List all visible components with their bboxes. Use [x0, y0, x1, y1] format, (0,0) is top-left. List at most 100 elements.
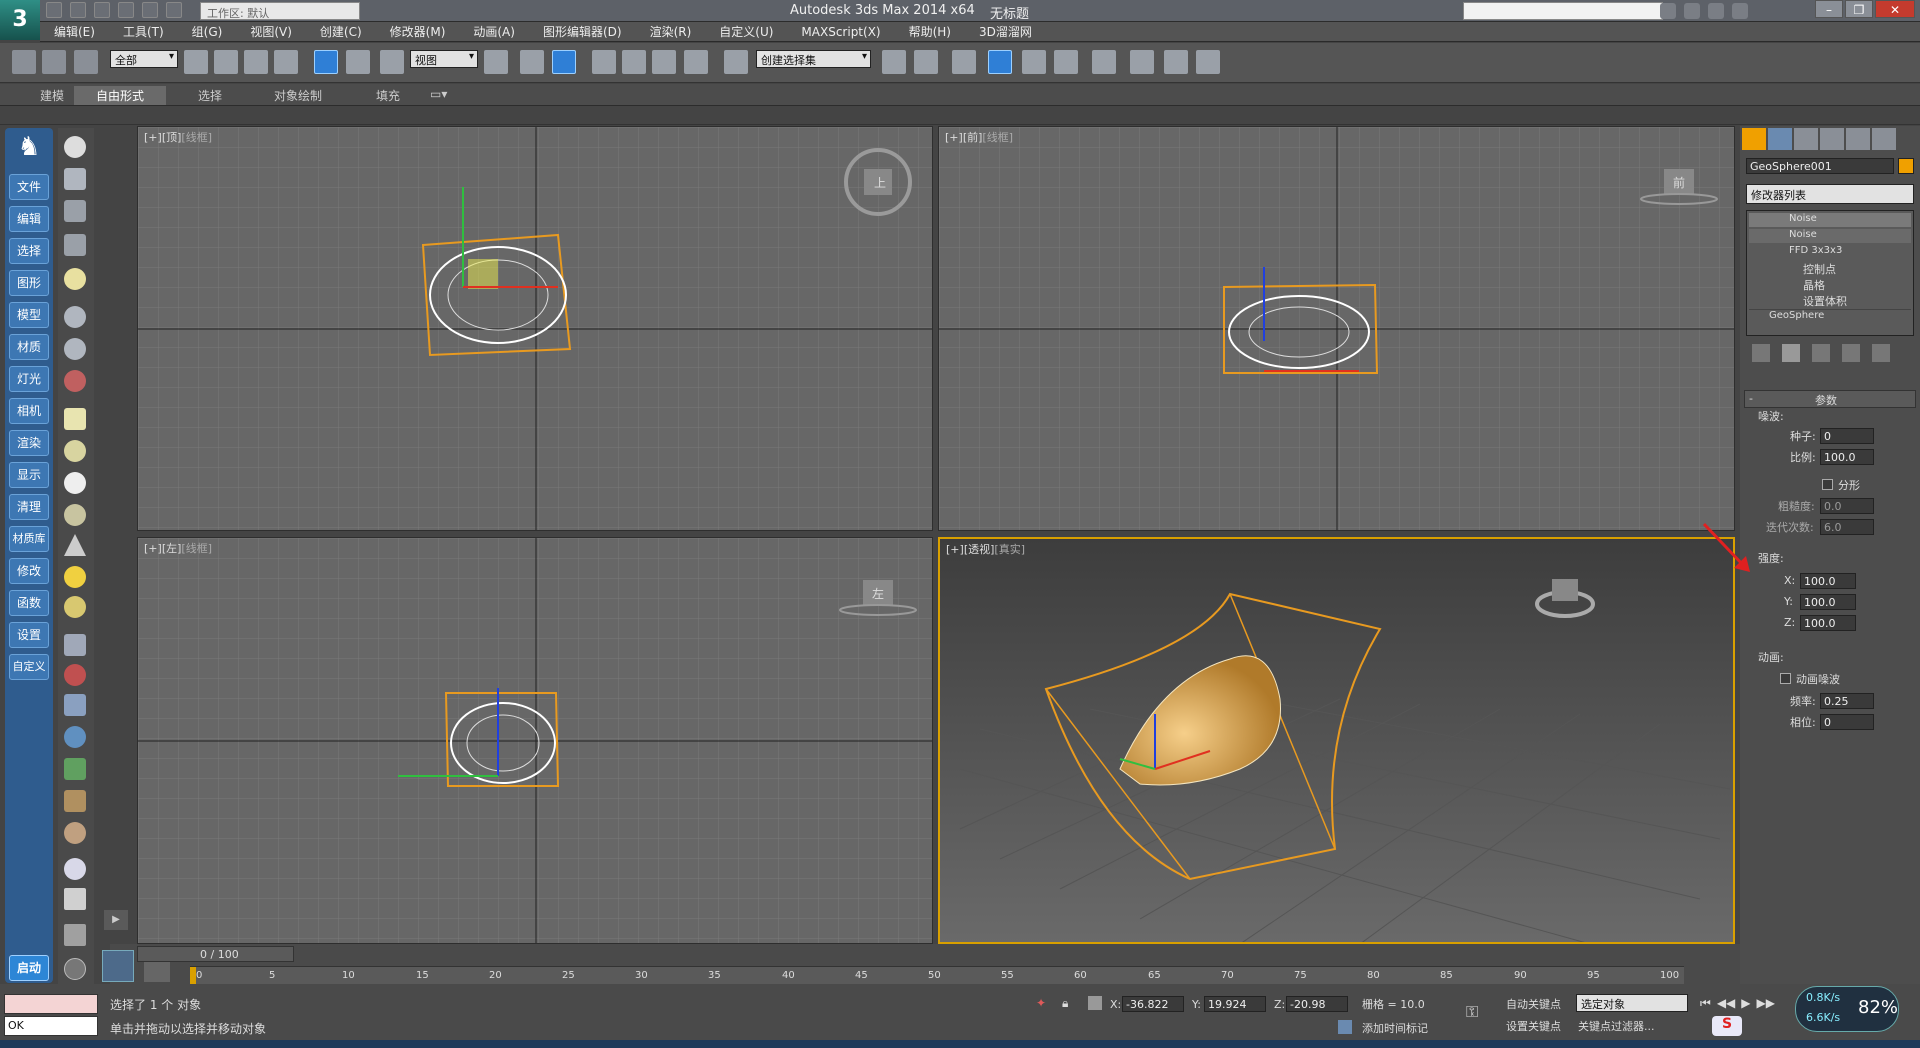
mini-curve-editor-icon[interactable]: [102, 950, 134, 982]
minimize-button[interactable]: –: [1815, 0, 1843, 18]
named-selection-dropdown[interactable]: 创建选择集: [756, 50, 871, 68]
menu-view[interactable]: 视图(V): [236, 23, 306, 40]
nav-display[interactable]: 显示: [9, 462, 49, 488]
menu-tools[interactable]: 工具(T): [109, 23, 178, 40]
iterations-spinner[interactable]: 6.0: [1820, 519, 1874, 535]
menu-3d66[interactable]: 3D溜溜网: [965, 23, 1046, 40]
gear-icon[interactable]: [64, 726, 86, 748]
stack-item-geosphere[interactable]: GeoSphere: [1749, 309, 1911, 323]
menu-maxscript[interactable]: MAXScript(X): [787, 25, 894, 39]
render-camera-icon[interactable]: [64, 370, 86, 392]
display-tab-icon[interactable]: [1846, 128, 1870, 150]
help-circle-icon[interactable]: [64, 958, 86, 980]
nav-render[interactable]: 渲染: [9, 430, 49, 456]
viewport-label[interactable]: [+][透视][真实]: [946, 541, 1025, 557]
percent-snap-icon[interactable]: [652, 50, 676, 74]
modifier-list-dropdown[interactable]: 修改器列表: [1746, 184, 1914, 204]
app-logo-icon[interactable]: 3: [0, 0, 40, 40]
material-editor-icon[interactable]: [1092, 50, 1116, 74]
spinner-snap-icon[interactable]: [684, 50, 708, 74]
phase-spinner[interactable]: 0: [1820, 714, 1874, 730]
coord-z-field[interactable]: -20.98: [1286, 996, 1348, 1012]
shell-icon[interactable]: [64, 822, 86, 844]
stack-item-ffd[interactable]: FFD 3x3x3: [1749, 245, 1911, 259]
key-icon[interactable]: ⚿: [1466, 1002, 1494, 1022]
ribbon-tab-populate[interactable]: 填充: [376, 87, 400, 104]
open-file-icon[interactable]: [70, 2, 86, 18]
nav-material-library[interactable]: 材质库: [9, 526, 49, 552]
fractal-checkbox[interactable]: [1822, 479, 1833, 490]
add-time-tag[interactable]: 添加时间标记: [1362, 1020, 1428, 1036]
angle-snap-icon[interactable]: [622, 50, 646, 74]
nav-modify[interactable]: 修改: [9, 558, 49, 584]
key-filters-button[interactable]: 关键点过滤器...: [1578, 1018, 1655, 1034]
menu-graph-editors[interactable]: 图形编辑器(D): [529, 23, 636, 40]
nav-select[interactable]: 选择: [9, 238, 49, 264]
ribbon-options-icon[interactable]: ▭▾: [430, 87, 447, 101]
reference-coordinate-dropdown[interactable]: 视图: [410, 50, 478, 68]
pivot-center-icon[interactable]: [484, 50, 508, 74]
graphite-ribbon-icon[interactable]: [988, 50, 1012, 74]
motion-tab-icon[interactable]: [1820, 128, 1844, 150]
menu-help[interactable]: 帮助(H): [895, 23, 965, 40]
close-button[interactable]: ✕: [1875, 0, 1915, 18]
undo-icon[interactable]: [118, 2, 134, 18]
calculator-icon[interactable]: [64, 234, 86, 256]
keyboard-shortcut-override-icon[interactable]: [552, 50, 576, 74]
redo-icon[interactable]: [142, 2, 158, 18]
helper-icon[interactable]: [64, 694, 86, 716]
sphere-icon[interactable]: [64, 472, 86, 494]
stack-item-noise-1[interactable]: Noise: [1749, 213, 1911, 227]
manipulate-icon[interactable]: [520, 50, 544, 74]
frequency-spinner[interactable]: 0.25: [1820, 693, 1874, 709]
absolute-mode-icon[interactable]: [1088, 996, 1102, 1010]
bind-spacewarp-icon[interactable]: [74, 50, 98, 74]
menu-group[interactable]: 组(G): [178, 23, 237, 40]
viewport-top[interactable]: [+][顶][线框] 上: [137, 126, 933, 531]
play-icon[interactable]: ▶: [1741, 996, 1750, 1011]
time-slider[interactable]: 0 / 100: [137, 946, 294, 962]
roughness-spinner[interactable]: 0.0: [1820, 498, 1874, 514]
previous-frame-icon[interactable]: ◀◀: [1717, 996, 1735, 1011]
menu-rendering[interactable]: 渲染(R): [636, 23, 706, 40]
nav-camera[interactable]: 相机: [9, 398, 49, 424]
viewport-front[interactable]: [+][前][线框] 前: [938, 126, 1735, 531]
plant-icon[interactable]: [64, 758, 86, 780]
strength-y-spinner[interactable]: 100.0: [1800, 594, 1856, 610]
viewport-left[interactable]: [+][左][线框] 左: [137, 537, 933, 944]
rollout-header[interactable]: - 参数: [1744, 390, 1916, 408]
viewport-label[interactable]: [+][前][线框]: [945, 129, 1013, 145]
bomb-icon[interactable]: [64, 664, 86, 686]
rect-selection-icon[interactable]: [244, 50, 268, 74]
scale-spinner[interactable]: 100.0: [1820, 449, 1874, 465]
nav-light[interactable]: 灯光: [9, 366, 49, 392]
menu-modifiers[interactable]: 修改器(M): [376, 23, 460, 40]
nav-file[interactable]: 文件: [9, 174, 49, 200]
hemisphere-icon[interactable]: [64, 440, 86, 462]
schematic-view-icon[interactable]: [1054, 50, 1078, 74]
ribbon-tab-freeform[interactable]: 自由形式: [74, 86, 167, 105]
nav-model[interactable]: 模型: [9, 302, 49, 328]
sun-icon[interactable]: [64, 566, 86, 588]
nav-shapes[interactable]: 图形: [9, 270, 49, 296]
hierarchy-tab-icon[interactable]: [1794, 128, 1818, 150]
calendar-icon[interactable]: [64, 888, 86, 910]
stack-item-lattice[interactable]: 晶格: [1749, 277, 1911, 292]
modify-tab-icon[interactable]: [1768, 128, 1792, 150]
stack-item-control-points[interactable]: 控制点: [1749, 261, 1911, 276]
camera-icon[interactable]: [64, 306, 86, 328]
isolate-icon[interactable]: ✦: [1036, 996, 1050, 1010]
window-crossing-icon[interactable]: [274, 50, 298, 74]
nav-cleanup[interactable]: 清理: [9, 494, 49, 520]
help-icon[interactable]: [1732, 3, 1748, 19]
curve-editor-icon[interactable]: [1022, 50, 1046, 74]
ime-logo-icon[interactable]: S: [1712, 1016, 1742, 1036]
render-production-icon[interactable]: [1196, 50, 1220, 74]
viewport-label[interactable]: [+][左][线框]: [144, 540, 212, 556]
workspace-selector[interactable]: 工作区: 默认: [200, 2, 360, 20]
viewport-perspective[interactable]: [+][透视][真实]: [938, 537, 1735, 944]
filter-icon[interactable]: [144, 962, 170, 982]
teapot-icon[interactable]: [64, 136, 86, 158]
select-move-icon[interactable]: [314, 50, 338, 74]
viewport-label[interactable]: [+][顶][线框]: [144, 129, 212, 145]
